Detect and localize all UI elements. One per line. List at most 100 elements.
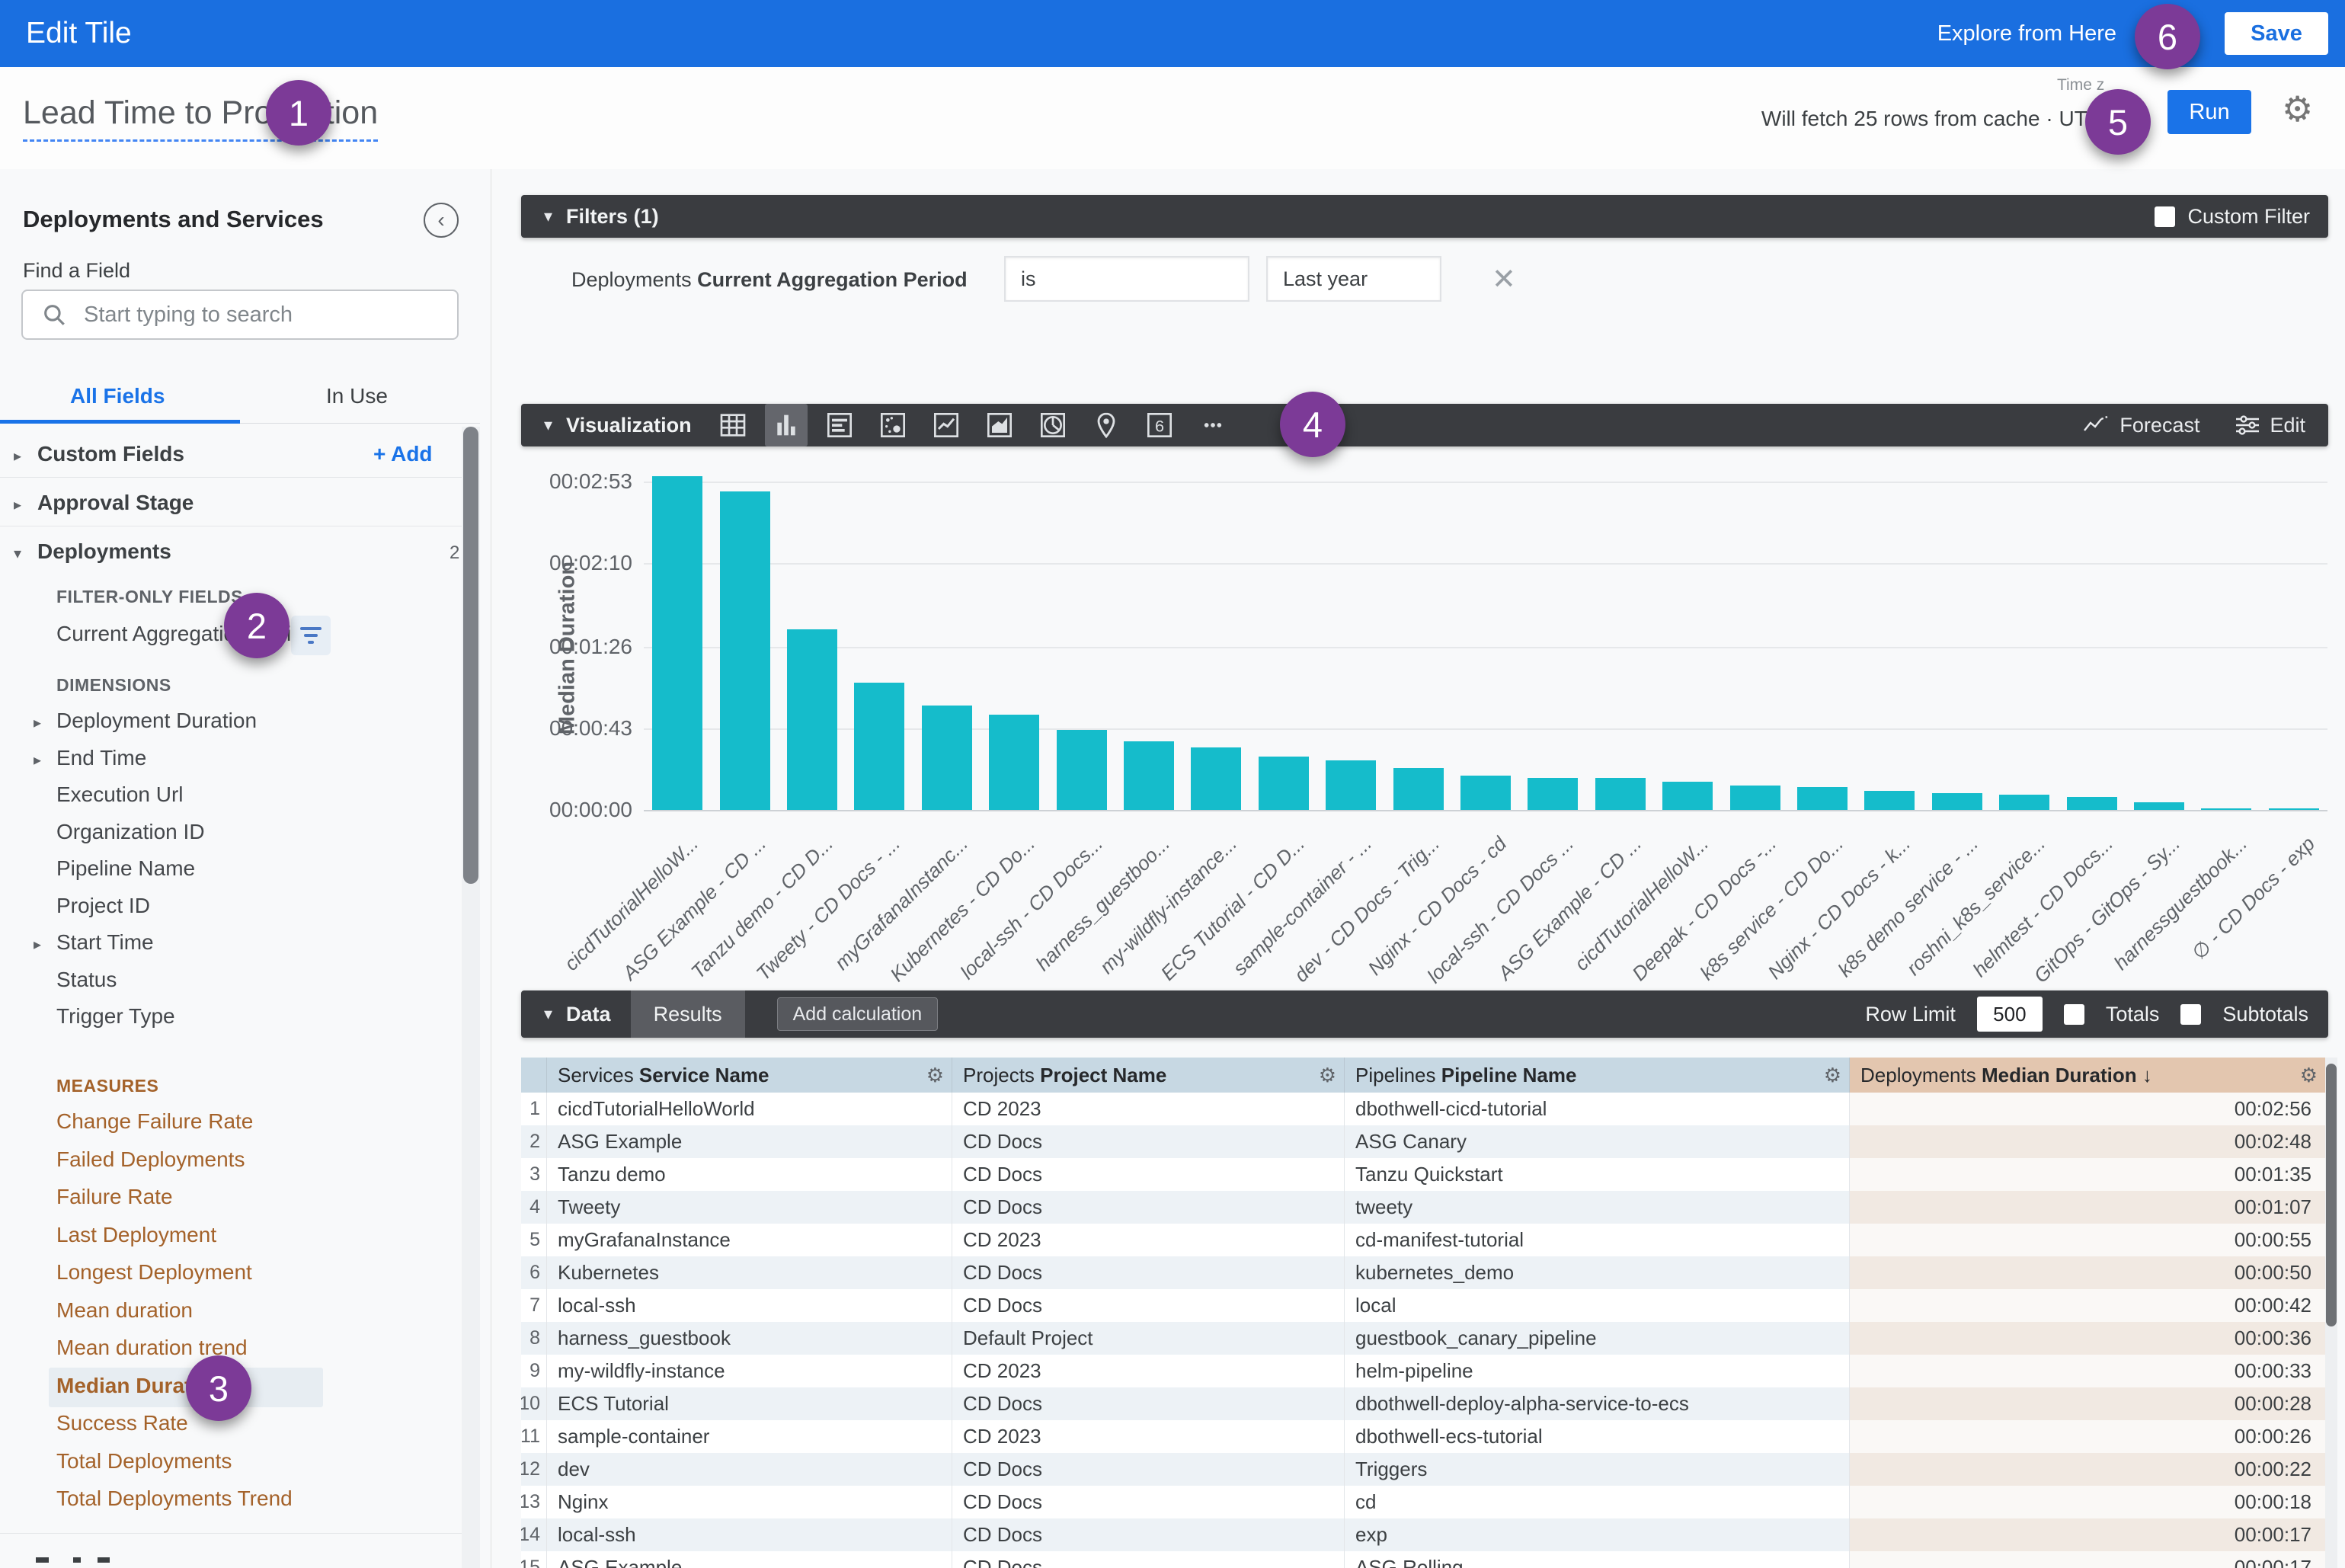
measure-failed-deployments[interactable]: Failed Deployments <box>0 1143 462 1180</box>
table-cell[interactable]: Tanzu demo <box>547 1158 952 1191</box>
table-cell[interactable]: CD 2023 <box>952 1355 1345 1387</box>
bar-16[interactable] <box>1662 782 1713 810</box>
table-cell-measure[interactable]: 00:00:28 <box>1850 1387 2325 1420</box>
table-cell[interactable]: ECS Tutorial <box>547 1387 952 1420</box>
column-gear-icon[interactable]: ⚙ <box>1824 1064 1841 1087</box>
table-cell-measure[interactable]: 00:01:07 <box>1850 1191 2325 1224</box>
viz-scatter-icon[interactable] <box>872 404 914 446</box>
custom-filter-checkbox[interactable] <box>2155 206 2175 227</box>
bar-25[interactable] <box>2269 808 2319 810</box>
timezone-selector[interactable]: Time z <box>2057 76 2104 94</box>
column-gear-icon[interactable]: ⚙ <box>2300 1064 2318 1087</box>
bar-3[interactable] <box>787 629 837 810</box>
collapse-sidebar-button[interactable]: ‹ <box>424 203 459 238</box>
table-cell-measure[interactable]: 00:00:18 <box>1850 1486 2325 1518</box>
tab-in-use[interactable]: In Use <box>326 384 388 408</box>
table-cell[interactable]: dev <box>547 1453 952 1486</box>
table-cell[interactable]: local-ssh <box>547 1289 952 1322</box>
bar-14[interactable] <box>1528 778 1578 810</box>
table-cell[interactable]: ASG Rolling <box>1345 1551 1850 1568</box>
table-cell[interactable]: Default Project <box>952 1322 1345 1355</box>
table-cell[interactable]: sample-container <box>547 1420 952 1453</box>
table-cell[interactable]: guestbook_canary_pipeline <box>1345 1322 1850 1355</box>
table-cell[interactable]: ASG Example <box>547 1551 952 1568</box>
table-cell[interactable]: CD 2023 <box>952 1093 1345 1125</box>
bar-4[interactable] <box>854 683 904 810</box>
table-cell-measure[interactable]: 00:02:56 <box>1850 1093 2325 1125</box>
table-cell-measure[interactable]: 00:00:17 <box>1850 1551 2325 1568</box>
table-cell[interactable]: CD Docs <box>952 1158 1345 1191</box>
table-cell[interactable]: exp <box>1345 1518 1850 1551</box>
table-cell-measure[interactable]: 00:00:36 <box>1850 1322 2325 1355</box>
table-cell[interactable]: local <box>1345 1289 1850 1322</box>
viz-bar-chart-icon[interactable] <box>765 404 808 446</box>
table-cell[interactable]: CD Docs <box>952 1551 1345 1568</box>
table-cell-measure[interactable]: 00:02:48 <box>1850 1125 2325 1158</box>
table-cell[interactable]: tweety <box>1345 1191 1850 1224</box>
measure-total-deployments[interactable]: Total Deployments <box>0 1445 462 1482</box>
bar-24[interactable] <box>2201 808 2251 810</box>
table-cell[interactable]: Triggers <box>1345 1453 1850 1486</box>
bar-7[interactable] <box>1057 730 1107 810</box>
explore-from-here-link[interactable]: Explore from Here <box>1937 21 2116 46</box>
table-cell-measure[interactable]: 00:00:26 <box>1850 1420 2325 1453</box>
table-cell-measure[interactable]: 00:00:17 <box>1850 1518 2325 1551</box>
measure-mean-duration[interactable]: Mean duration <box>0 1294 462 1331</box>
measure-total-deployments-trend[interactable]: Total Deployments Trend <box>0 1482 462 1519</box>
table-cell[interactable]: dbothwell-deploy-alpha-service-to-ecs <box>1345 1387 1850 1420</box>
viz-pie-chart-icon[interactable] <box>1032 404 1074 446</box>
table-cell[interactable]: CD Docs <box>952 1453 1345 1486</box>
bar-11[interactable] <box>1326 760 1376 810</box>
table-cell-measure[interactable]: 00:01:35 <box>1850 1158 2325 1191</box>
bar-17[interactable] <box>1730 786 1780 810</box>
bar-2[interactable] <box>720 491 770 810</box>
totals-checkbox[interactable] <box>2064 1004 2084 1025</box>
bar-10[interactable] <box>1259 757 1309 810</box>
bar-5[interactable] <box>922 706 972 810</box>
table-header-service-name[interactable]: Services Service Name⚙ <box>547 1058 952 1093</box>
measure-change-failure-rate[interactable]: Change Failure Rate <box>0 1105 462 1142</box>
table-cell[interactable]: cd-manifest-tutorial <box>1345 1224 1850 1256</box>
table-cell-measure[interactable]: 00:00:50 <box>1850 1256 2325 1289</box>
bar-19[interactable] <box>1864 791 1915 810</box>
table-cell[interactable]: helm-pipeline <box>1345 1355 1850 1387</box>
dimension-trigger-type[interactable]: Trigger Type <box>0 1000 462 1036</box>
table-cell[interactable]: myGrafanaInstance <box>547 1224 952 1256</box>
table-cell[interactable]: CD Docs <box>952 1256 1345 1289</box>
table-cell[interactable]: local-ssh <box>547 1518 952 1551</box>
table-cell[interactable]: dbothwell-cicd-tutorial <box>1345 1093 1850 1125</box>
subtotals-checkbox[interactable] <box>2180 1004 2201 1025</box>
table-cell[interactable]: CD 2023 <box>952 1420 1345 1453</box>
viz-single-value-icon[interactable]: 6 <box>1138 404 1181 446</box>
table-cell[interactable]: CD Docs <box>952 1191 1345 1224</box>
viz-map-pin-icon[interactable] <box>1085 404 1128 446</box>
viz-more-icon[interactable] <box>1192 404 1234 446</box>
table-cell[interactable]: CD 2023 <box>952 1224 1345 1256</box>
table-cell[interactable]: my-wildfly-instance <box>547 1355 952 1387</box>
gear-icon[interactable]: ⚙ <box>2282 88 2313 130</box>
table-cell[interactable]: harness_guestbook <box>547 1322 952 1355</box>
table-cell[interactable]: cicdTutorialHelloWorld <box>547 1093 952 1125</box>
table-scrollbar[interactable] <box>2325 1058 2337 1568</box>
table-cell[interactable]: CD Docs <box>952 1387 1345 1420</box>
tab-results[interactable]: Results <box>631 990 745 1038</box>
table-cell[interactable]: cd <box>1345 1486 1850 1518</box>
measure-longest-deployment[interactable]: Longest Deployment <box>0 1256 462 1293</box>
collapse-visualization-icon[interactable]: ▾ <box>544 415 552 435</box>
forecast-button[interactable]: Forecast <box>2083 414 2199 437</box>
viz-line-chart-icon[interactable] <box>925 404 968 446</box>
table-cell[interactable]: ASG Example <box>547 1125 952 1158</box>
viz-table-icon[interactable] <box>712 404 754 446</box>
bar-9[interactable] <box>1191 747 1241 810</box>
row-limit-input[interactable]: 500 <box>1977 997 2043 1032</box>
filter-value-input[interactable]: Last year <box>1266 256 1441 302</box>
bar-22[interactable] <box>2067 797 2117 810</box>
filter-operator-select[interactable]: is <box>1004 256 1249 302</box>
remove-filter-icon[interactable]: ✕ <box>1492 262 1516 296</box>
table-cell-measure[interactable]: 00:00:55 <box>1850 1224 2325 1256</box>
table-cell-measure[interactable]: 00:00:22 <box>1850 1453 2325 1486</box>
table-header-project-name[interactable]: Projects Project Name⚙ <box>952 1058 1345 1093</box>
bar-20[interactable] <box>1932 793 1982 810</box>
table-cell[interactable]: ASG Canary <box>1345 1125 1850 1158</box>
table-cell[interactable]: kubernetes_demo <box>1345 1256 1850 1289</box>
